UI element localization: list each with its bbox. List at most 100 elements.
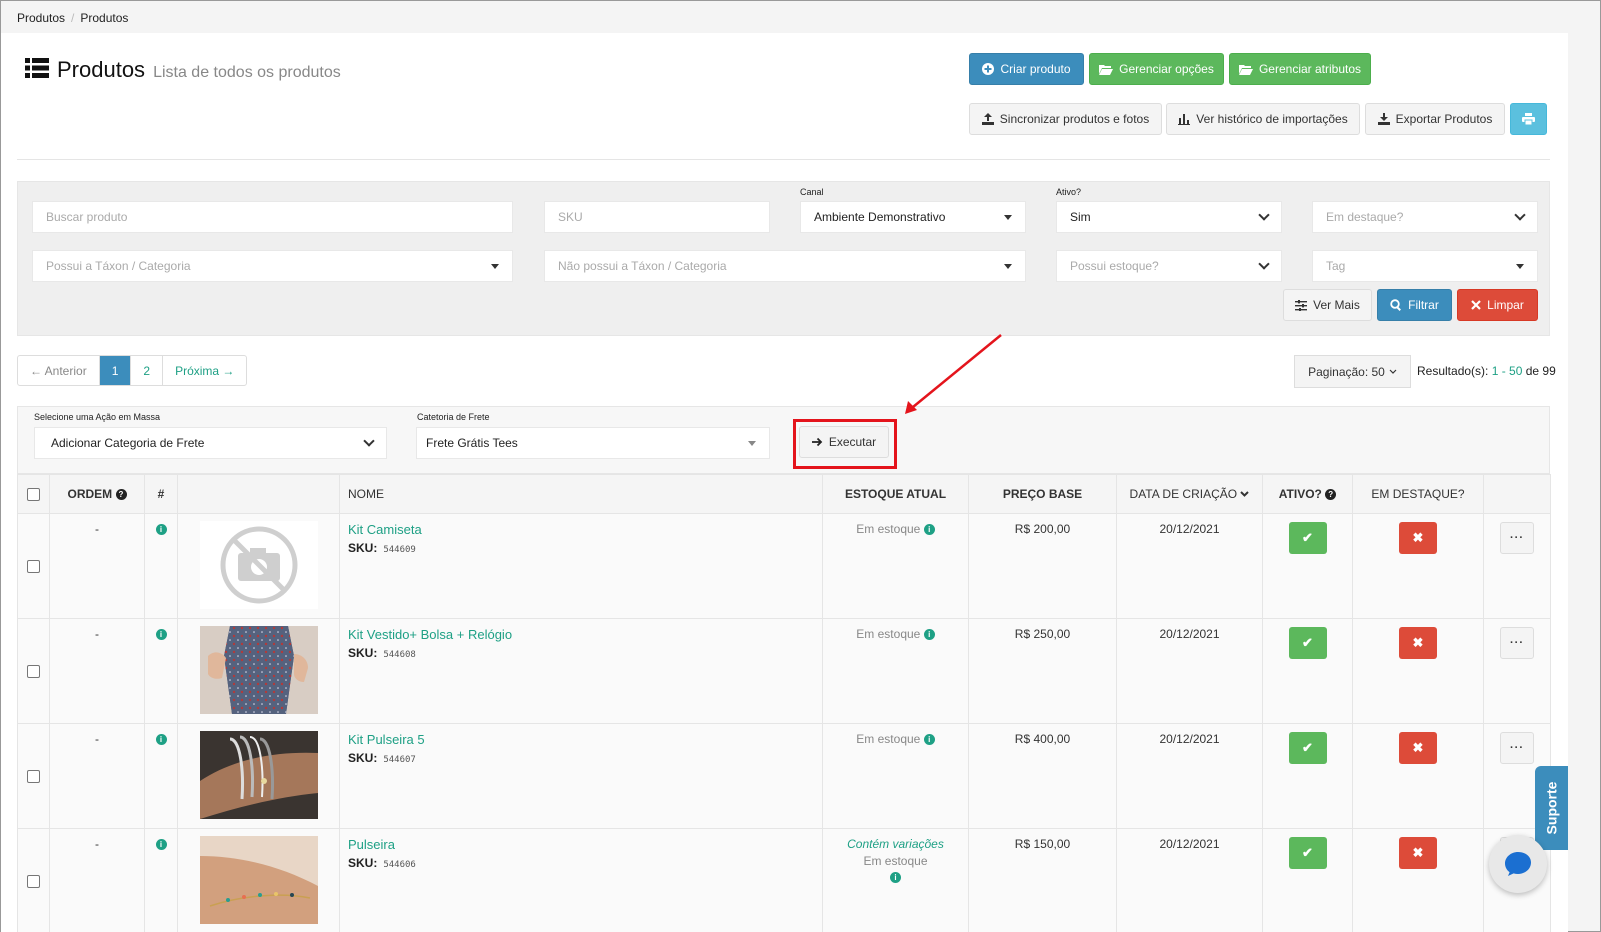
divider [17, 159, 1550, 160]
info-icon[interactable]: i [155, 524, 167, 536]
filter-button[interactable]: Filtrar [1377, 289, 1452, 321]
featured-placeholder: Em destaque? [1326, 210, 1404, 224]
product-name-link[interactable]: Pulseira [348, 837, 822, 852]
row-select-cell [17, 618, 50, 724]
row-featured-cell: ✖ [1352, 618, 1484, 724]
chevron-down-icon [1258, 258, 1270, 270]
sku-label: SKU: [348, 856, 378, 870]
featured-toggle-button[interactable]: ✖ [1399, 732, 1437, 764]
channel-label: Canal [800, 187, 824, 197]
see-more-button[interactable]: Ver Mais [1283, 289, 1372, 321]
active-toggle-button[interactable]: ✔ [1288, 837, 1327, 869]
row-checkbox[interactable] [27, 875, 40, 889]
more-actions-button[interactable]: ··· [1500, 522, 1534, 554]
import-history-button[interactable]: Ver histórico de importações [1166, 103, 1360, 135]
header-image [177, 474, 340, 514]
featured-toggle-button[interactable]: ✖ [1399, 522, 1437, 554]
active-toggle-button[interactable]: ✔ [1288, 732, 1327, 764]
sku-code: 544608 [383, 650, 416, 660]
active-toggle-button[interactable]: ✔ [1288, 522, 1327, 554]
featured-toggle-button[interactable]: ✖ [1399, 627, 1437, 659]
header-stock[interactable]: ESTOQUE ATUAL [822, 474, 969, 514]
not-taxon-select[interactable]: Não possui a Táxon / Categoria [544, 250, 1026, 282]
pagination-page-1[interactable]: 1 [99, 356, 132, 385]
row-active-cell: ✔ [1262, 828, 1353, 932]
row-date: 20/12/2021 [1116, 618, 1263, 724]
info-icon[interactable]: i [923, 734, 935, 746]
has-taxon-select[interactable]: Possui a Táxon / Categoria [32, 250, 513, 282]
manage-options-button[interactable]: Gerenciar opções [1089, 53, 1224, 85]
header-featured[interactable]: EM DESTAQUE? [1352, 474, 1484, 514]
table-header-row: ORDEM ? # NOME ESTOQUE ATUAL PREÇO BASE … [17, 474, 1551, 514]
info-icon[interactable]: i [155, 734, 167, 746]
sku-input[interactable]: SKU [544, 201, 770, 233]
stock-status: Em estoque [863, 854, 928, 868]
info-icon[interactable]: i [890, 872, 901, 884]
support-tab[interactable]: Suporte [1535, 766, 1568, 850]
mass-action-panel: Selecione uma Ação em Massa Adicionar Ca… [17, 406, 1550, 474]
chat-widget-button[interactable] [1489, 835, 1547, 893]
has-stock-select[interactable]: Possui estoque? [1056, 250, 1282, 282]
print-button[interactable] [1510, 103, 1547, 135]
folder-open-icon [1099, 64, 1114, 75]
mass-action-select[interactable]: Adicionar Categoria de Frete [34, 427, 387, 459]
header-created[interactable]: DATA DE CRIAÇÃO [1116, 474, 1263, 514]
active-select[interactable]: Sim [1056, 201, 1282, 233]
row-active-cell: ✔ [1262, 513, 1353, 619]
sku-label: SKU: [348, 646, 378, 660]
tag-select[interactable]: Tag [1312, 250, 1538, 282]
mass-action-value: Adicionar Categoria de Frete [51, 436, 205, 450]
export-products-button[interactable]: Exportar Produtos [1365, 103, 1505, 135]
row-price: R$ 200,00 [968, 513, 1117, 619]
search-product-input[interactable]: Buscar produto [32, 201, 513, 233]
more-actions-button[interactable]: ··· [1500, 627, 1534, 659]
breadcrumb-item-products[interactable]: Produtos [17, 11, 65, 25]
info-icon[interactable]: i [155, 629, 167, 641]
product-name-link[interactable]: Kit Pulseira 5 [348, 732, 822, 747]
product-name-link[interactable]: Kit Vestido+ Bolsa + Relógio [348, 627, 822, 642]
per-page-select[interactable]: Paginação: 50 [1294, 355, 1411, 388]
has-taxon-placeholder: Possui a Táxon / Categoria [46, 259, 191, 273]
select-all-checkbox[interactable] [27, 488, 40, 502]
header-name[interactable]: NOME [339, 474, 823, 514]
table-row: - i [17, 828, 1551, 932]
caret-down-icon [491, 263, 499, 269]
row-checkbox[interactable] [27, 665, 40, 679]
variations-link[interactable]: Contém variações [823, 837, 968, 851]
row-active-cell: ✔ [1262, 723, 1353, 829]
row-price: R$ 400,00 [968, 723, 1117, 829]
header-active[interactable]: ATIVO? ? [1262, 474, 1353, 514]
info-icon[interactable]: i [923, 629, 935, 641]
manage-attributes-button[interactable]: Gerenciar atributos [1229, 53, 1371, 85]
row-checkbox[interactable] [27, 560, 40, 574]
header-price[interactable]: PREÇO BASE [968, 474, 1117, 514]
info-icon[interactable]: i [155, 839, 167, 851]
row-stock-cell: Contém variações Em estoque i [822, 828, 969, 932]
create-product-button[interactable]: Criar produto [969, 53, 1084, 85]
caret-down-icon [748, 440, 756, 446]
header-order[interactable]: ORDEM ? [49, 474, 145, 514]
product-sku: SKU: 544608 [348, 646, 822, 660]
sync-products-button[interactable]: Sincronizar produtos e fotos [969, 103, 1162, 135]
product-name-link[interactable]: Kit Camiseta [348, 522, 822, 537]
no-image-placeholder-icon [199, 521, 318, 609]
featured-select[interactable]: Em destaque? [1312, 201, 1538, 233]
shipping-category-select[interactable]: Frete Grátis Tees [416, 427, 770, 459]
row-checkbox[interactable] [27, 770, 40, 784]
pagination-page-2[interactable]: 2 [131, 356, 164, 385]
info-icon[interactable]: i [923, 524, 935, 536]
execute-highlight-box [793, 419, 897, 469]
active-label: Ativo? [1056, 187, 1082, 197]
upload-icon [981, 113, 994, 125]
product-image-dress [199, 626, 318, 714]
row-featured-cell: ✖ [1352, 513, 1484, 619]
more-actions-button[interactable]: ··· [1500, 732, 1534, 764]
featured-toggle-button[interactable]: ✖ [1399, 837, 1437, 869]
active-toggle-button[interactable]: ✔ [1288, 627, 1327, 659]
page-title: Produtos [57, 57, 146, 82]
channel-select[interactable]: Ambiente Demonstrativo [800, 201, 1026, 233]
results-label: Resultado(s): [1417, 364, 1489, 378]
clear-button[interactable]: Limpar [1457, 289, 1538, 321]
manage-attributes-label: Gerenciar atributos [1258, 62, 1362, 76]
pagination-next[interactable]: Próxima → [163, 356, 246, 385]
